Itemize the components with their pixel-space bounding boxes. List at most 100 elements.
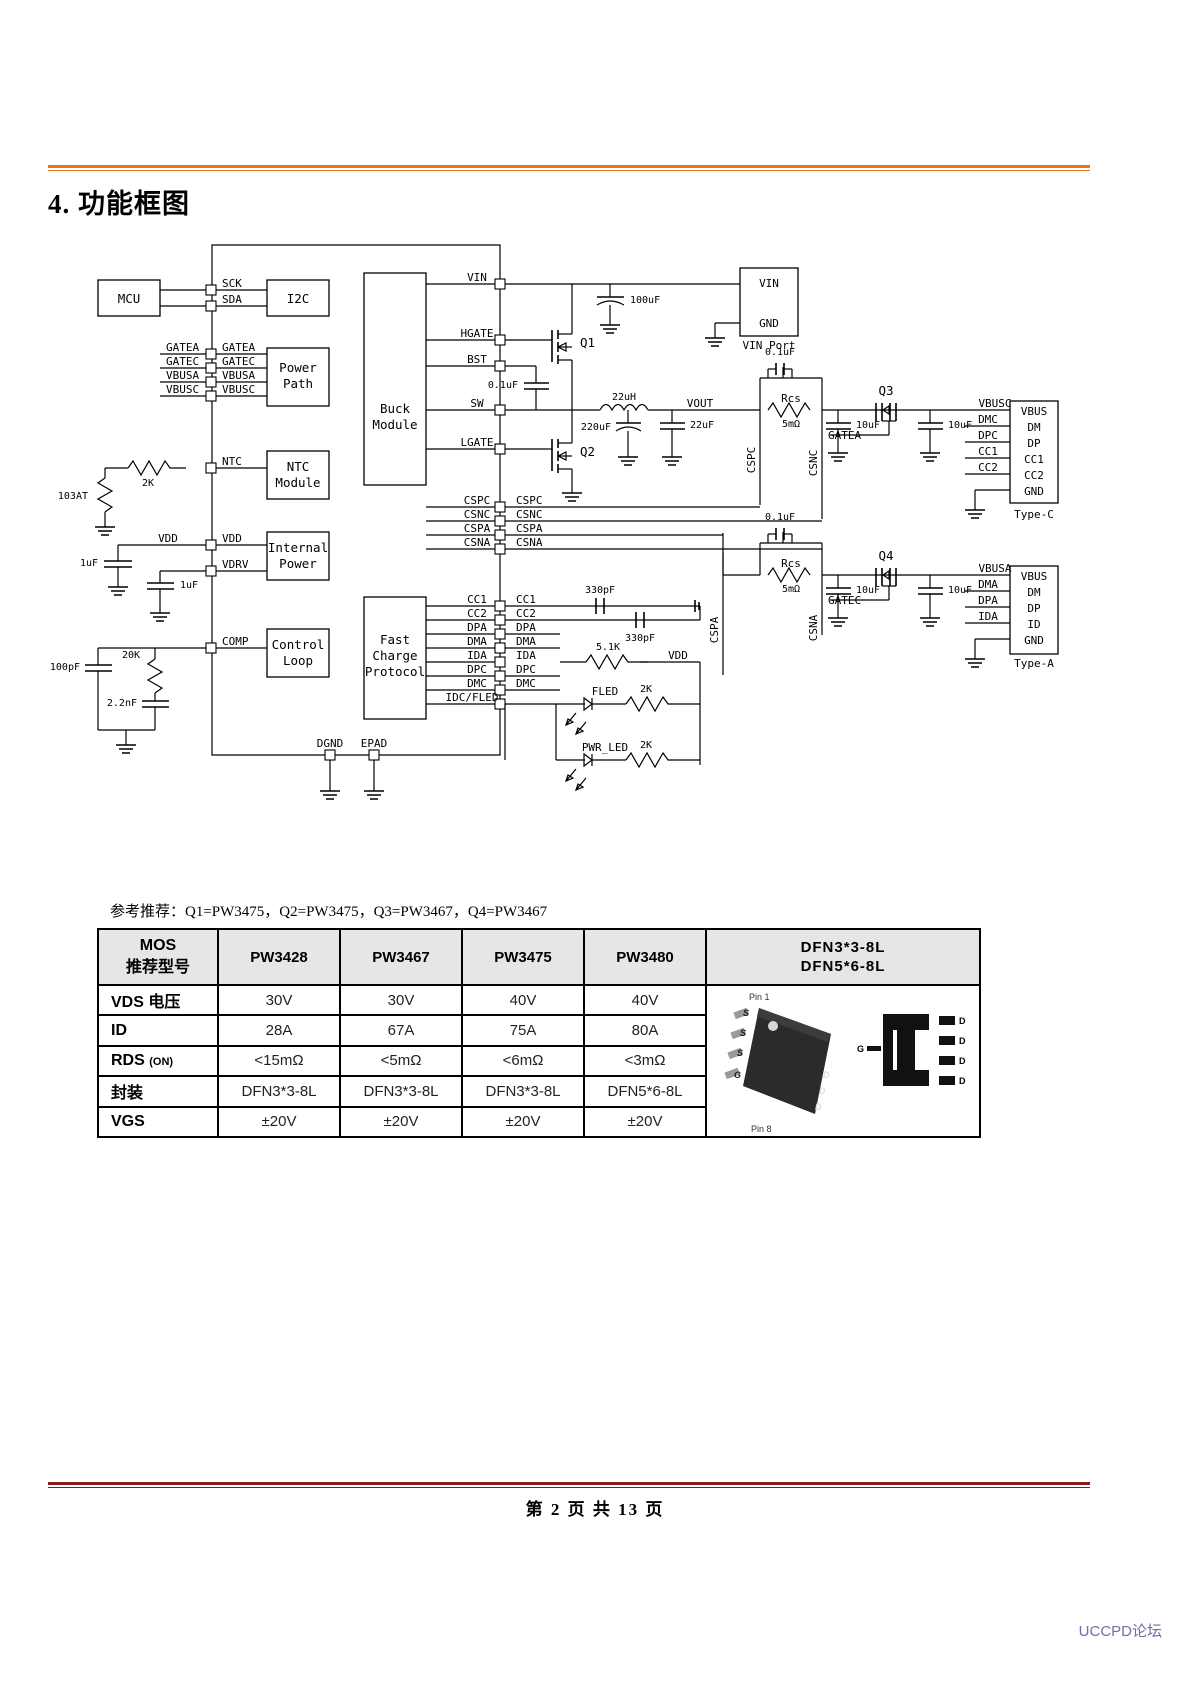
net-ida-right: IDA	[516, 649, 536, 662]
pin-s-3: S	[737, 1048, 743, 1058]
pin-hgate: HGATE	[460, 327, 493, 340]
net-cspa-vert: CSPA	[708, 616, 721, 643]
label-r-ntc: 2K	[142, 478, 154, 489]
label-c-vdd: 1uF	[80, 558, 98, 569]
label-thermistor: 103AT	[58, 491, 88, 502]
label-c-bst: 0.1uF	[488, 380, 518, 391]
net-dmc-typec: DMC	[978, 413, 998, 426]
cell-vgs-pw3428: ±20V	[217, 1105, 341, 1139]
block-internal-power-line1: Internal	[268, 540, 328, 555]
net-vout: VOUT	[687, 397, 714, 410]
row-label-rdson-main: RDS	[111, 1051, 150, 1069]
typea-pin-id: ID	[1027, 618, 1040, 631]
cell-id-pw3428: 28A	[217, 1014, 341, 1047]
label-c-comp: 100pF	[50, 662, 80, 673]
table-row-vds: VDS 电压 30V 30V 40V 40V Pin 1 Pin 8 S S S…	[97, 983, 981, 1138]
typec-pin-dp: DP	[1027, 437, 1041, 450]
cell-rdson-pw3475: <6mΩ	[461, 1044, 585, 1078]
header-mos-line1: MOS	[139, 937, 177, 955]
typea-pin-dp: DP	[1027, 602, 1041, 615]
cell-vds-pw3467: 30V	[339, 983, 463, 1017]
pin-cspc: CSPC	[464, 494, 491, 507]
watermark: UCCPD论坛	[1078, 1623, 1162, 1640]
net-dma-typea: DMA	[978, 578, 998, 591]
net-gatec-left: GATEC	[166, 355, 199, 368]
pin1-label: Pin 1	[749, 992, 770, 1002]
pin-sw: SW	[470, 397, 484, 410]
pin-csnc: CSNC	[464, 508, 491, 521]
cell-rdson-pw3467: <5mΩ	[339, 1044, 463, 1078]
footer-rule-red	[48, 1482, 1090, 1485]
functional-block-diagram: .w{stroke:#000;stroke-width:1.2;fill:non…	[0, 235, 1190, 815]
label-l-out: 22uH	[612, 392, 636, 403]
block-buck-line2: Module	[372, 417, 417, 432]
label-c-out2: 22uF	[690, 420, 714, 431]
typea-branch: 0.1uF Rcs 5mΩ CSPA CSNA 10uF Q4 GATEC 10…	[560, 512, 1059, 675]
block-mcu: MCU	[118, 291, 141, 306]
block-power-path-line1: Power	[279, 360, 317, 375]
vin-port-pin-gnd: GND	[759, 317, 779, 330]
row-label-rdson: RDS (ON)	[97, 1044, 219, 1078]
comp-network: 100pF 20K 2.2nF	[50, 647, 206, 754]
ground-pins: DGND EPAD	[317, 737, 388, 800]
pin-g-1: G	[734, 1070, 741, 1080]
net-vbusc-typec: VBUSC	[978, 397, 1011, 410]
pin-gatea: GATEA	[222, 341, 255, 354]
cell-vds-pw3475: 40V	[461, 983, 585, 1017]
block-internal-power-line2: Power	[279, 556, 317, 571]
net-vdd-led: VDD	[668, 649, 688, 662]
net-gatea-q3: GATEA	[828, 429, 861, 442]
block-fastcharge-line3: Protocol	[365, 664, 425, 679]
cell-vgs-pw3480: ±20V	[583, 1105, 707, 1139]
label-c-cc2: 330pF	[625, 633, 655, 644]
net-dmc-right: DMC	[516, 677, 536, 690]
cell-id-pw3467: 67A	[339, 1014, 463, 1047]
sym-pin-d-1: D	[959, 1016, 966, 1026]
footer-rule-red-thin	[48, 1487, 1090, 1488]
block-fastcharge-line1: Fast	[380, 632, 410, 647]
dfn-package-outline	[867, 1014, 955, 1086]
pin-bst: BST	[467, 353, 487, 366]
cell-rdson-pw3480: <3mΩ	[583, 1044, 707, 1078]
label-r-comp: 20K	[122, 650, 140, 661]
package-header-line1: DFN3*3-8L	[800, 938, 886, 956]
net-cspa-right: CSPA	[516, 522, 543, 535]
label-c-comp2: 2.2nF	[107, 698, 137, 709]
pin-dpa: DPA	[467, 621, 487, 634]
cell-vgs-pw3475: ±20V	[461, 1105, 585, 1139]
sym-pin-d-2: D	[959, 1036, 966, 1046]
cell-id-pw3475: 75A	[461, 1014, 585, 1047]
header-cell-mos: MOS 推荐型号	[97, 928, 219, 986]
package-header-line2: DFN5*6-8L	[800, 958, 886, 975]
pin-s-1: S	[743, 1008, 749, 1018]
row-label-vds: VDS 电压	[97, 983, 219, 1017]
pin-vbusa: VBUSA	[222, 369, 255, 382]
label-c-cc1: 330pF	[585, 585, 615, 596]
typec-pin-cc1: CC1	[1024, 453, 1044, 466]
typea-pin-vbus: VBUS	[1021, 570, 1048, 583]
header-cell-package: DFN3*3-8L DFN5*6-8L	[705, 928, 981, 986]
net-dpc-typec: DPC	[978, 429, 998, 442]
net-dpa-typea: DPA	[978, 594, 998, 607]
cell-vds-pw3428: 30V	[217, 983, 341, 1017]
label-c-vdrv: 1uF	[180, 580, 198, 591]
label-rcs-val-a: 5mΩ	[782, 584, 800, 595]
buck-pins: VIN HGATE BST SW LGATE CSPC CSPC CSNC CS…	[426, 271, 560, 555]
header-mos-line2: 推荐型号	[125, 959, 190, 976]
label-q4: Q4	[878, 548, 893, 563]
pin-ntc: NTC	[222, 455, 242, 468]
label-rcs-val-c: 5mΩ	[782, 419, 800, 430]
label-rcs-a: Rcs	[781, 557, 801, 570]
cell-rdson-pw3428: <15mΩ	[217, 1044, 341, 1078]
sym-pin-d-3: D	[959, 1056, 966, 1066]
table-header-row: MOS 推荐型号 PW3428 PW3467 PW3475 PW3480 DFN…	[97, 928, 981, 986]
pin-ida: IDA	[467, 649, 487, 662]
pin-cspa: CSPA	[464, 522, 491, 535]
power-path-nets: GATEA GATEA GATEC GATEC VBUSA VBUSA VBUS…	[160, 341, 267, 402]
typec-branch: 0.1uF Rcs 5mΩ CSPC CSNC 10uF Q3 GATEA 10…	[560, 347, 1059, 522]
pin-epad: EPAD	[361, 737, 388, 750]
cell-package-pw3467: DFN3*3-8L	[339, 1075, 463, 1108]
label-fled: FLED	[592, 685, 619, 698]
package-image: Pin 1 Pin 8 S S S G D D D G D D D D	[707, 986, 979, 1136]
reference-note: 参考推荐：Q1=PW3475，Q2=PW3475，Q3=PW3467，Q4=PW…	[110, 904, 548, 920]
